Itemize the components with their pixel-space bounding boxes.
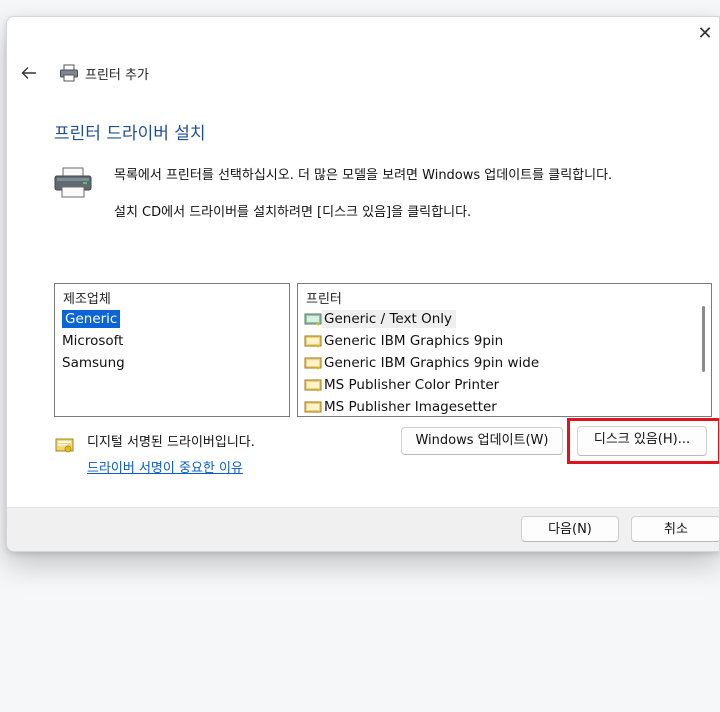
list-item-printer[interactable]: Generic IBM Graphics 9pin wide <box>298 352 711 374</box>
title-bar: 프린터 추가 <box>17 61 149 85</box>
page-title: 프린터 드라이버 설치 <box>54 124 206 144</box>
instruction-text-cd: 설치 CD에서 드라이버를 설치하려면 [디스크 있음]을 클릭합니다. <box>114 205 472 220</box>
highlight-annotation <box>567 418 719 464</box>
printer-list[interactable]: 프린터 Generic / Text Only Generic IBM Grap… <box>297 283 712 417</box>
next-button[interactable]: 다음(N) <box>521 516 619 542</box>
list-item-microsoft[interactable]: Microsoft <box>55 330 289 352</box>
list-item-printer[interactable]: MS Publisher Color Printer <box>298 374 711 396</box>
printer-list-header: 프린터 <box>306 292 342 307</box>
windows-update-button[interactable]: Windows 업데이트(W) <box>401 427 563 455</box>
printer-model-icon <box>304 379 322 392</box>
list-item-printer[interactable]: Generic / Text Only <box>298 308 711 330</box>
printer-model-icon <box>304 401 322 413</box>
printer-icon <box>60 64 78 82</box>
window-title: 프린터 추가 <box>85 67 149 83</box>
cancel-button[interactable]: 취소 <box>631 516 719 542</box>
close-button[interactable]: ✕ <box>695 23 715 44</box>
printer-model-icon <box>304 335 322 348</box>
back-arrow-icon[interactable] <box>17 63 41 83</box>
printer-icon <box>54 167 92 198</box>
scrollbar-thumb[interactable] <box>702 306 705 372</box>
list-item-generic[interactable]: Generic <box>55 308 289 330</box>
signature-status-text: 디지털 서명된 드라이버입니다. <box>87 435 255 450</box>
list-item-printer[interactable]: MS Publisher Imagesetter <box>298 396 711 416</box>
certificate-icon <box>55 438 74 453</box>
manufacturer-list[interactable]: 제조업체 Generic Microsoft Samsung <box>54 283 290 417</box>
manufacturer-list-header: 제조업체 <box>63 292 111 307</box>
driver-signing-link[interactable]: 드라이버 서명이 중요한 이유 <box>87 457 243 476</box>
list-item-samsung[interactable]: Samsung <box>55 352 289 374</box>
printer-model-icon <box>304 313 322 326</box>
printer-model-icon <box>304 357 322 370</box>
list-item-printer[interactable]: Generic IBM Graphics 9pin <box>298 330 711 352</box>
instruction-text: 목록에서 프린터를 선택하십시오. 더 많은 모델을 보려면 Windows 업… <box>114 168 613 183</box>
add-printer-dialog: ✕ 프린터 추가 프린터 드라이버 설치 목록에서 프린터를 선택하십시오. 더… <box>6 16 720 552</box>
